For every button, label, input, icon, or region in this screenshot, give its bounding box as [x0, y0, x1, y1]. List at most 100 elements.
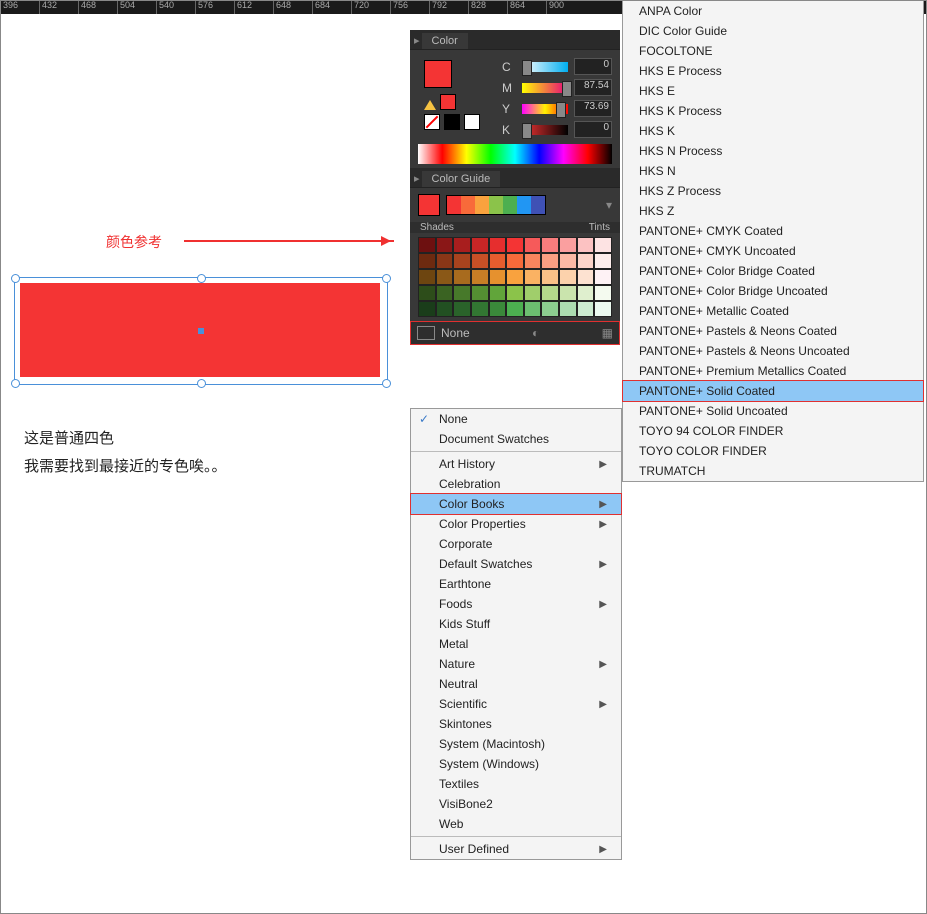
submenu-item[interactable]: HKS K: [623, 121, 923, 141]
menu-item[interactable]: Default Swatches▶: [411, 554, 621, 574]
variation-swatch[interactable]: [559, 253, 577, 269]
variation-swatch[interactable]: [577, 301, 595, 317]
handle-nw[interactable]: [11, 274, 20, 283]
variation-swatch[interactable]: [471, 301, 489, 317]
submenu-item[interactable]: PANTONE+ Metallic Coated: [623, 301, 923, 321]
warn-swatch[interactable]: [440, 94, 456, 110]
variation-swatch[interactable]: [559, 285, 577, 301]
variation-swatch[interactable]: [506, 253, 524, 269]
variation-swatch[interactable]: [577, 285, 595, 301]
submenu-item[interactable]: PANTONE+ Pastels & Neons Coated: [623, 321, 923, 341]
variation-swatch[interactable]: [453, 253, 471, 269]
variation-swatch[interactable]: [436, 269, 454, 285]
center-point[interactable]: [198, 328, 204, 334]
variation-swatch[interactable]: [489, 269, 507, 285]
variation-swatch[interactable]: [418, 301, 436, 317]
submenu-item[interactable]: TOYO 94 COLOR FINDER: [623, 421, 923, 441]
variation-swatch[interactable]: [471, 285, 489, 301]
variation-swatch[interactable]: [524, 269, 542, 285]
slider-C[interactable]: [522, 62, 568, 72]
menu-item[interactable]: Earthtone: [411, 574, 621, 594]
handle-s[interactable]: [197, 379, 206, 388]
black-swatch[interactable]: [444, 114, 460, 130]
submenu-item[interactable]: DIC Color Guide: [623, 21, 923, 41]
variation-swatch[interactable]: [436, 253, 454, 269]
variation-swatch[interactable]: [577, 237, 595, 253]
library-selector[interactable]: None ◐ ▦: [410, 321, 620, 345]
submenu-item[interactable]: PANTONE+ Solid Coated: [622, 380, 924, 402]
white-swatch[interactable]: [464, 114, 480, 130]
menu-item[interactable]: System (Windows): [411, 754, 621, 774]
menu-item[interactable]: Nature▶: [411, 654, 621, 674]
menu-item[interactable]: Celebration: [411, 474, 621, 494]
menu-item[interactable]: Document Swatches: [411, 429, 621, 449]
variation-swatch[interactable]: [436, 285, 454, 301]
variation-swatch[interactable]: [559, 301, 577, 317]
variation-swatch[interactable]: [418, 269, 436, 285]
menu-item[interactable]: Color Books▶: [410, 493, 622, 515]
menu-item[interactable]: Textiles: [411, 774, 621, 794]
handle-sw[interactable]: [11, 379, 20, 388]
color-guide-tab[interactable]: Color Guide: [410, 168, 620, 188]
menu-item[interactable]: Scientific▶: [411, 694, 621, 714]
menu-item[interactable]: Neutral: [411, 674, 621, 694]
variation-swatch[interactable]: [436, 301, 454, 317]
variation-swatch[interactable]: [594, 285, 612, 301]
variation-swatch[interactable]: [577, 269, 595, 285]
submenu-item[interactable]: HKS Z Process: [623, 181, 923, 201]
submenu-item[interactable]: PANTONE+ Solid Uncoated: [623, 401, 923, 421]
submenu-item[interactable]: PANTONE+ Color Bridge Coated: [623, 261, 923, 281]
menu-item[interactable]: ✓None: [411, 409, 621, 429]
variation-swatch[interactable]: [489, 237, 507, 253]
submenu-item[interactable]: PANTONE+ Premium Metallics Coated: [623, 361, 923, 381]
variation-swatch[interactable]: [506, 301, 524, 317]
submenu-item[interactable]: HKS N: [623, 161, 923, 181]
submenu-item[interactable]: ANPA Color: [623, 1, 923, 21]
variation-swatch[interactable]: [577, 253, 595, 269]
variation-swatch[interactable]: [524, 301, 542, 317]
variation-swatch[interactable]: [524, 253, 542, 269]
variation-swatch[interactable]: [594, 301, 612, 317]
variation-swatch[interactable]: [559, 269, 577, 285]
variation-swatch[interactable]: [471, 253, 489, 269]
variation-swatch[interactable]: [506, 285, 524, 301]
recolor-icon[interactable]: ◐: [532, 326, 539, 340]
variation-swatch[interactable]: [541, 237, 559, 253]
warning-icon[interactable]: [424, 94, 436, 110]
slider-M[interactable]: [522, 83, 568, 93]
variation-swatch[interactable]: [559, 237, 577, 253]
variation-swatch[interactable]: [524, 237, 542, 253]
handle-se[interactable]: [382, 379, 391, 388]
variation-swatch[interactable]: [436, 237, 454, 253]
variation-swatch[interactable]: [541, 253, 559, 269]
variation-swatch[interactable]: [541, 301, 559, 317]
variation-swatch[interactable]: [418, 253, 436, 269]
variation-grid[interactable]: [410, 233, 620, 321]
menu-item[interactable]: Color Properties▶: [411, 514, 621, 534]
variation-swatch[interactable]: [594, 253, 612, 269]
variation-swatch[interactable]: [453, 269, 471, 285]
submenu-item[interactable]: TRUMATCH: [623, 461, 923, 481]
variation-swatch[interactable]: [418, 237, 436, 253]
save-group-icon[interactable]: ▦: [602, 326, 613, 340]
submenu-item[interactable]: PANTONE+ CMYK Coated: [623, 221, 923, 241]
variation-swatch[interactable]: [471, 269, 489, 285]
menu-item[interactable]: Art History▶: [411, 454, 621, 474]
variation-swatch[interactable]: [453, 285, 471, 301]
fill-swatch[interactable]: [424, 60, 452, 88]
variation-swatch[interactable]: [418, 285, 436, 301]
value-M[interactable]: 87.54: [574, 79, 612, 96]
menu-item[interactable]: User Defined▶: [411, 839, 621, 859]
submenu-item[interactable]: HKS K Process: [623, 101, 923, 121]
value-K[interactable]: 0: [574, 121, 612, 138]
menu-item[interactable]: Kids Stuff: [411, 614, 621, 634]
none-swatch[interactable]: [424, 114, 440, 130]
dropdown-icon[interactable]: ▾: [606, 198, 612, 212]
spectrum-bar[interactable]: [418, 144, 612, 164]
variation-swatch[interactable]: [541, 285, 559, 301]
variation-swatch[interactable]: [594, 237, 612, 253]
submenu-item[interactable]: HKS N Process: [623, 141, 923, 161]
handle-n[interactable]: [197, 274, 206, 283]
submenu-item[interactable]: HKS Z: [623, 201, 923, 221]
menu-item[interactable]: System (Macintosh): [411, 734, 621, 754]
